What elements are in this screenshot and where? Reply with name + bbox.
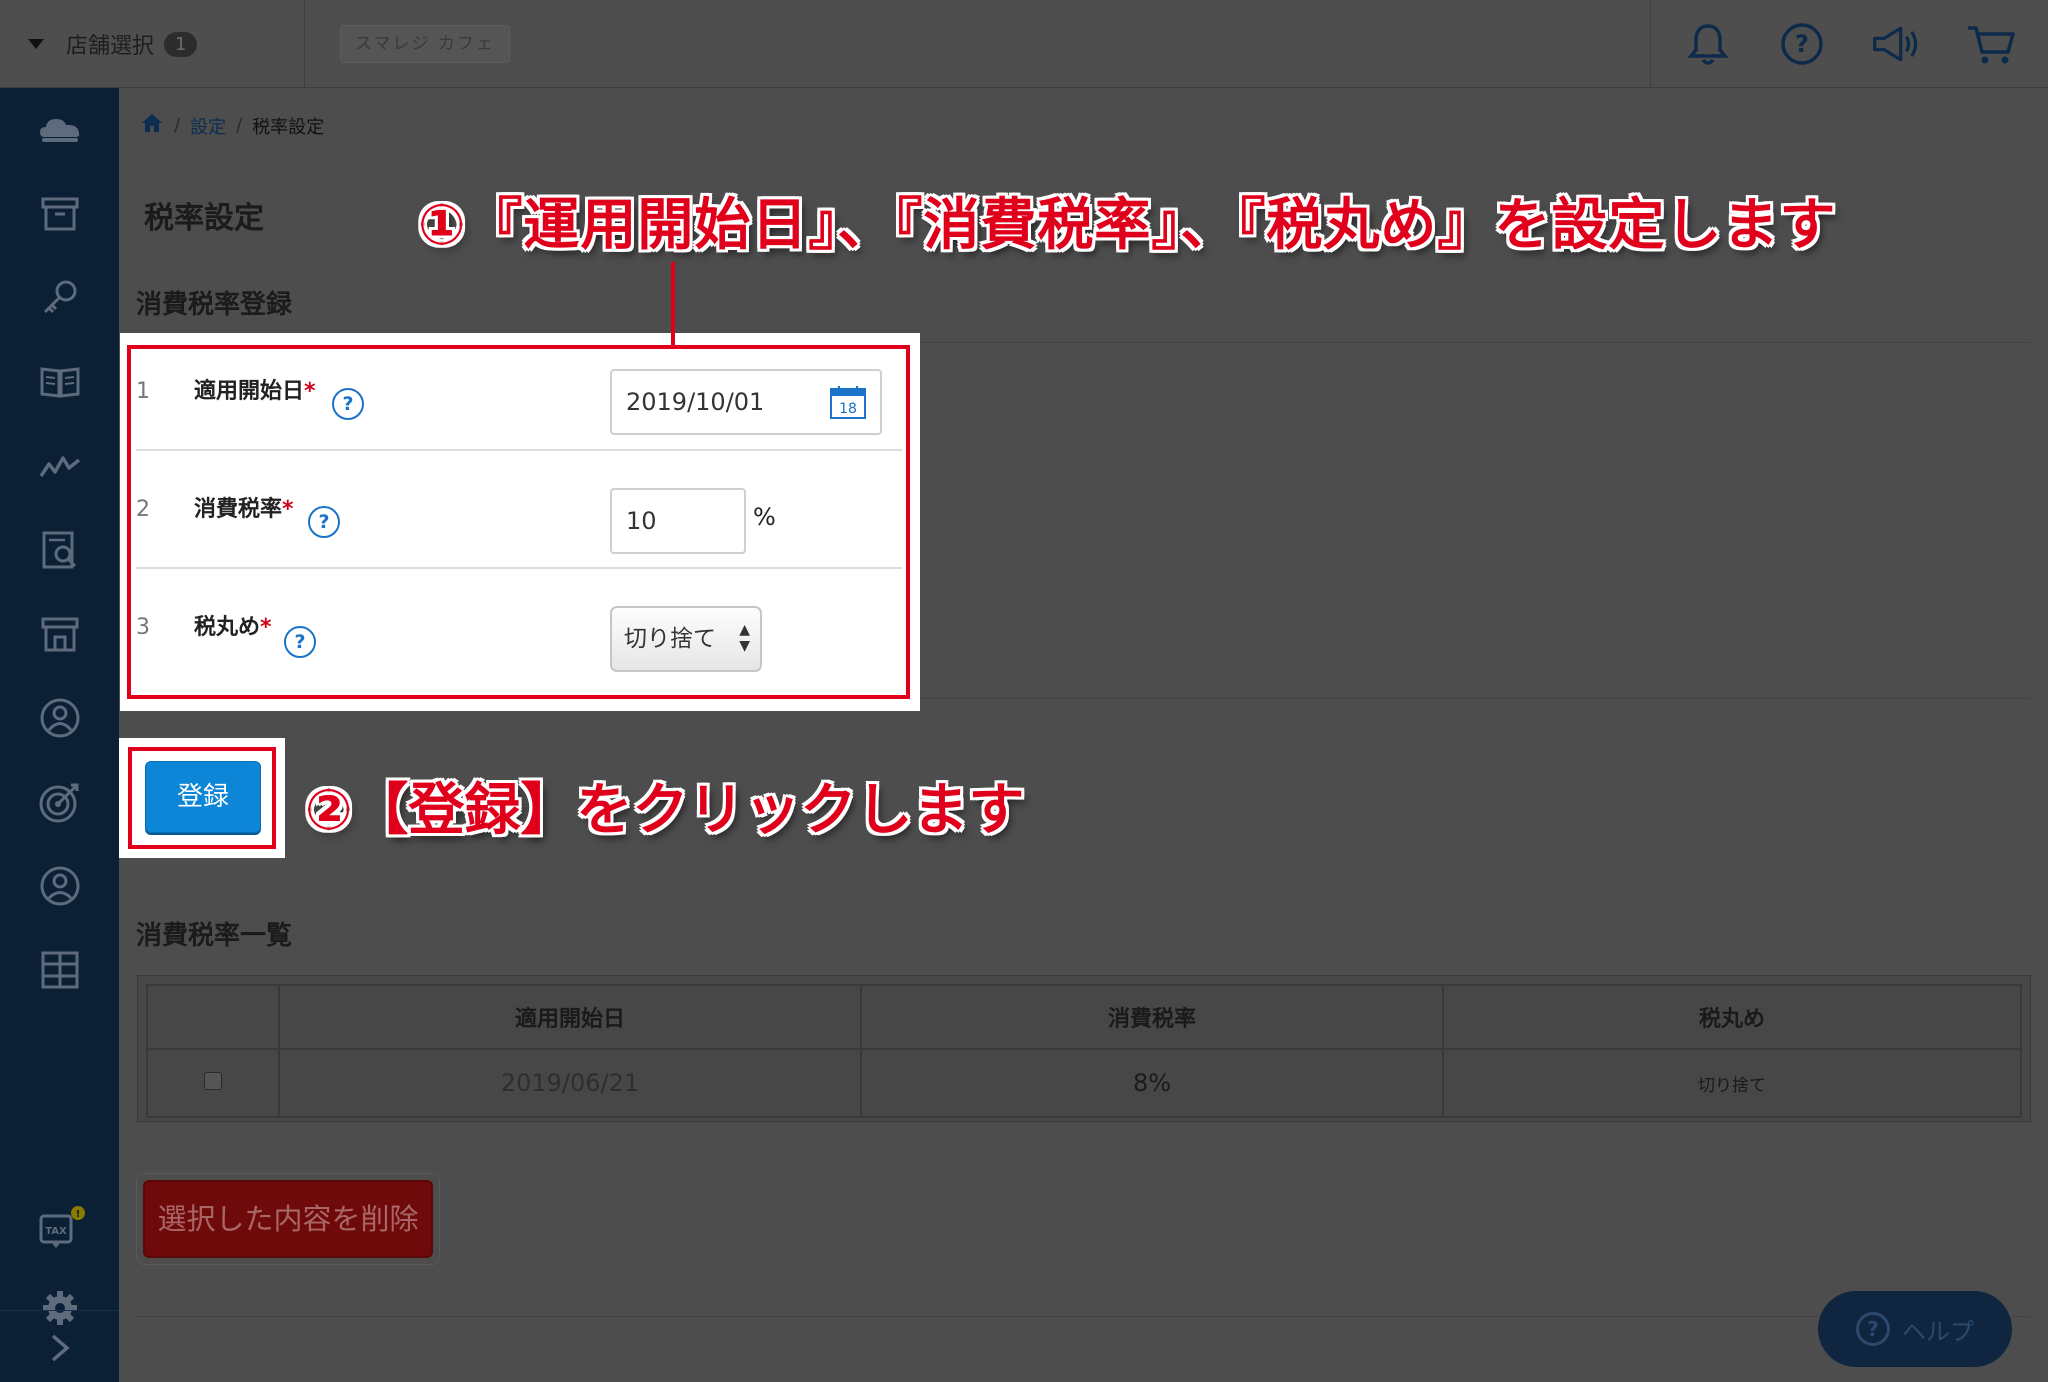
help-button[interactable]: ? ヘルプ: [1818, 1291, 2012, 1367]
list-heading: 消費税率一覧: [136, 921, 293, 951]
row-number: 2: [136, 497, 150, 522]
top-bar: 店舗選択 1 スマレジ カフェ ?: [0, 0, 2048, 88]
registration-heading: 消費税率登録: [136, 290, 293, 320]
help-button-label: ヘルプ: [1902, 1317, 1974, 1346]
bell-icon[interactable]: [1682, 18, 1734, 70]
store-select-label: 店舗選択: [66, 34, 155, 59]
required-mark: *: [282, 497, 294, 522]
tax-rate-input[interactable]: 10: [610, 488, 746, 554]
grid-icon[interactable]: [0, 928, 119, 1012]
row-select-cell: [146, 1048, 280, 1118]
svg-text:?: ?: [1795, 30, 1809, 58]
store-name: スマレジ カフェ: [340, 25, 510, 63]
tax-icon-label: TAX: [45, 1226, 67, 1237]
table-row: 2019/06/21 8% 切り捨て: [146, 1048, 2022, 1118]
row-number: 1: [136, 379, 150, 404]
target-icon[interactable]: [0, 760, 119, 844]
form-row-tax-rate: 2 消費税率*: [136, 451, 902, 569]
store-count-badge: 1: [164, 31, 198, 57]
breadcrumb-separator: /: [236, 115, 243, 136]
tax-rate-table: 適用開始日 消費税率 税丸め 2019/06/21 8% 切り捨て: [146, 984, 2022, 1118]
cart-icon[interactable]: [1965, 18, 2017, 70]
sidebar: TAX!: [0, 88, 119, 1382]
tax-rate-label: 消費税率*: [194, 497, 294, 522]
column-header-tax-rate: 消費税率: [860, 984, 1444, 1050]
store-select[interactable]: 店舗選択 1: [0, 0, 305, 88]
page-title: 税率設定: [144, 201, 264, 236]
required-mark: *: [304, 379, 316, 404]
column-header-start-date: 適用開始日: [278, 984, 862, 1050]
row-start-date: 2019/06/21: [278, 1048, 862, 1118]
register-button[interactable]: 登録: [145, 761, 261, 833]
select-arrows-icon: ▲ ▼: [739, 622, 750, 654]
calendar-day: 18: [839, 401, 857, 417]
required-mark: *: [260, 615, 272, 640]
help-question-icon[interactable]: ?: [308, 506, 340, 538]
home-icon[interactable]: [140, 112, 164, 139]
breadcrumb: / 設定 / 税率設定: [140, 112, 324, 139]
chart-line-icon[interactable]: [0, 424, 119, 508]
form-row-rounding: 3 税丸め*: [136, 569, 902, 687]
caret-down-icon: [28, 39, 44, 49]
box-icon[interactable]: [0, 172, 119, 256]
annotation-step-2: ②【登録】をクリックします: [305, 778, 1025, 843]
report-icon[interactable]: [0, 508, 119, 592]
book-icon[interactable]: [0, 340, 119, 424]
cloud-icon[interactable]: [0, 88, 119, 172]
help-question-icon[interactable]: ?: [332, 388, 364, 420]
annotation-step-1: ①『運用開始日』、『消費税率』、『税丸め』を設定します: [418, 193, 1837, 258]
megaphone-icon[interactable]: [1871, 18, 1923, 70]
help-question-icon: ?: [1856, 1312, 1890, 1346]
table-header-row: 適用開始日 消費税率 税丸め: [146, 984, 2022, 1050]
select-column-header: [146, 984, 280, 1050]
tax-rate-table-wrapper: 適用開始日 消費税率 税丸め 2019/06/21 8% 切り捨て: [137, 975, 2031, 1122]
breadcrumb-settings-link[interactable]: 設定: [190, 113, 226, 139]
row-checkbox[interactable]: [204, 1071, 222, 1090]
calendar-icon[interactable]: 18: [829, 384, 867, 420]
top-icon-group: ?: [1650, 0, 2048, 88]
delete-selected-button[interactable]: 選択した内容を削除: [143, 1180, 433, 1258]
key-icon[interactable]: [0, 256, 119, 340]
sidebar-divider: [0, 1310, 119, 1311]
help-question-icon[interactable]: ?: [284, 626, 316, 658]
percent-unit: %: [753, 503, 776, 531]
expand-icon[interactable]: [0, 1314, 119, 1382]
help-circle-icon[interactable]: ?: [1776, 18, 1828, 70]
column-header-rounding: 税丸め: [1442, 984, 2022, 1050]
rounding-select-value: 切り捨て: [624, 626, 716, 652]
start-date-label: 適用開始日*: [194, 379, 316, 404]
tax-icon[interactable]: TAX!: [0, 1186, 119, 1270]
store-icon[interactable]: [0, 592, 119, 676]
svg-text:!: !: [75, 1209, 80, 1220]
member-icon[interactable]: [0, 844, 119, 928]
user-badge-icon[interactable]: [0, 676, 119, 760]
row-rounding: 切り捨て: [1442, 1048, 2022, 1118]
breadcrumb-separator: /: [174, 115, 181, 136]
rounding-label: 税丸め*: [194, 615, 272, 640]
row-number: 3: [136, 615, 150, 640]
breadcrumb-current: 税率設定: [252, 116, 325, 138]
row-tax-rate: 8%: [860, 1048, 1444, 1118]
divider: [136, 1316, 2030, 1317]
annotation-connector: [671, 262, 675, 346]
rounding-select[interactable]: 切り捨て ▲ ▼: [610, 606, 762, 672]
